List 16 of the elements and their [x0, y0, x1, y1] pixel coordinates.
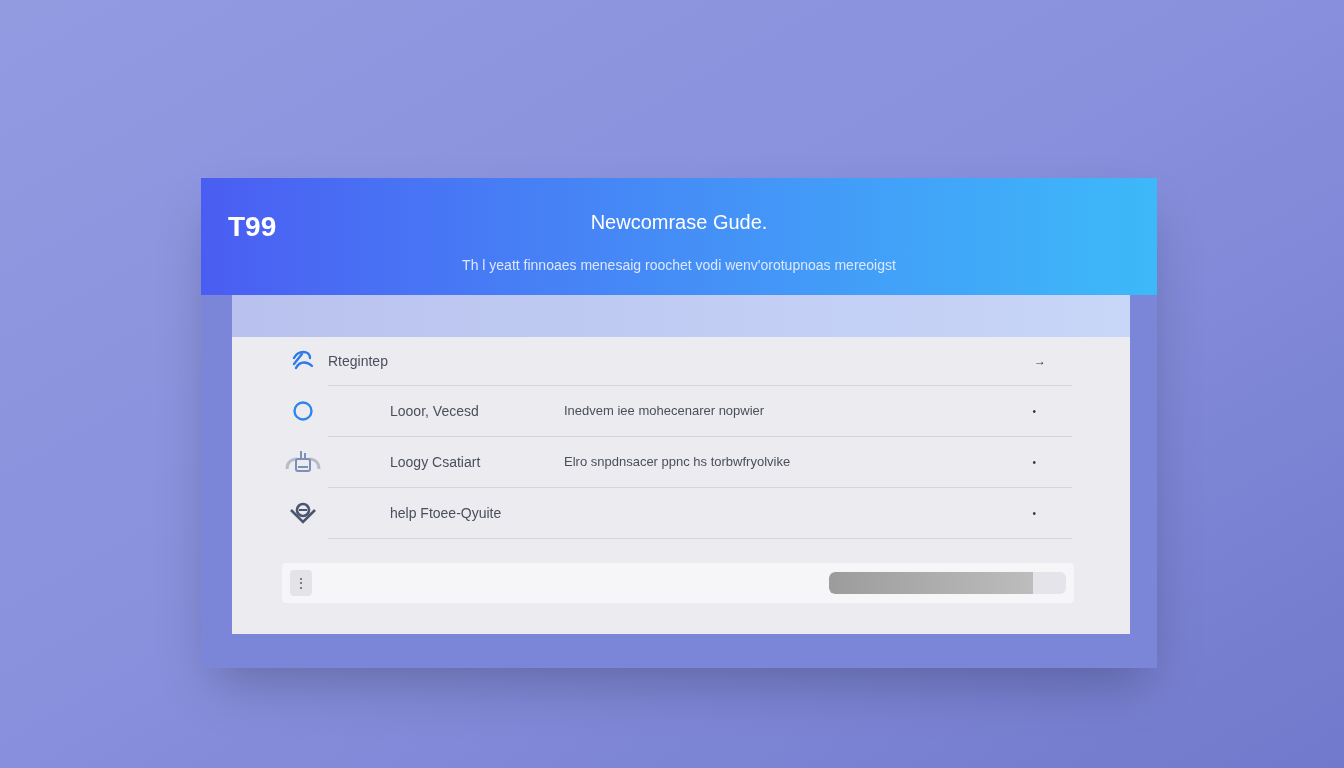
- guide-subtitle: Th l yeatt finnoaes menesaig roochet vodi wenv'orotupnoas mereoigst: [462, 256, 896, 275]
- row-description: Elro snpdnsacer ppnc hs torbwfryolvike: [564, 453, 791, 472]
- row-title: Loogy Csatiart: [389, 452, 482, 472]
- row-menu[interactable]: •: [1032, 505, 1072, 521]
- arrow-link[interactable]: →: [1034, 352, 1072, 370]
- row-menu[interactable]: •: [1032, 403, 1072, 419]
- drag-handle[interactable]: ⋮: [290, 570, 312, 596]
- logo: T99: [228, 210, 277, 244]
- guide-title: Newcomrase Gude.: [590, 210, 768, 235]
- row-description: Inedvem iee mohecenarer nopwier: [564, 402, 765, 421]
- row-menu[interactable]: •: [1032, 454, 1072, 470]
- circle-icon: [292, 399, 314, 422]
- robot-icon: [284, 448, 322, 475]
- section-heading: Rtegintep: [328, 351, 388, 371]
- row-title: help Ftoee-Qyuite: [389, 503, 500, 523]
- row-title: Looor, Vecesd: [389, 401, 480, 421]
